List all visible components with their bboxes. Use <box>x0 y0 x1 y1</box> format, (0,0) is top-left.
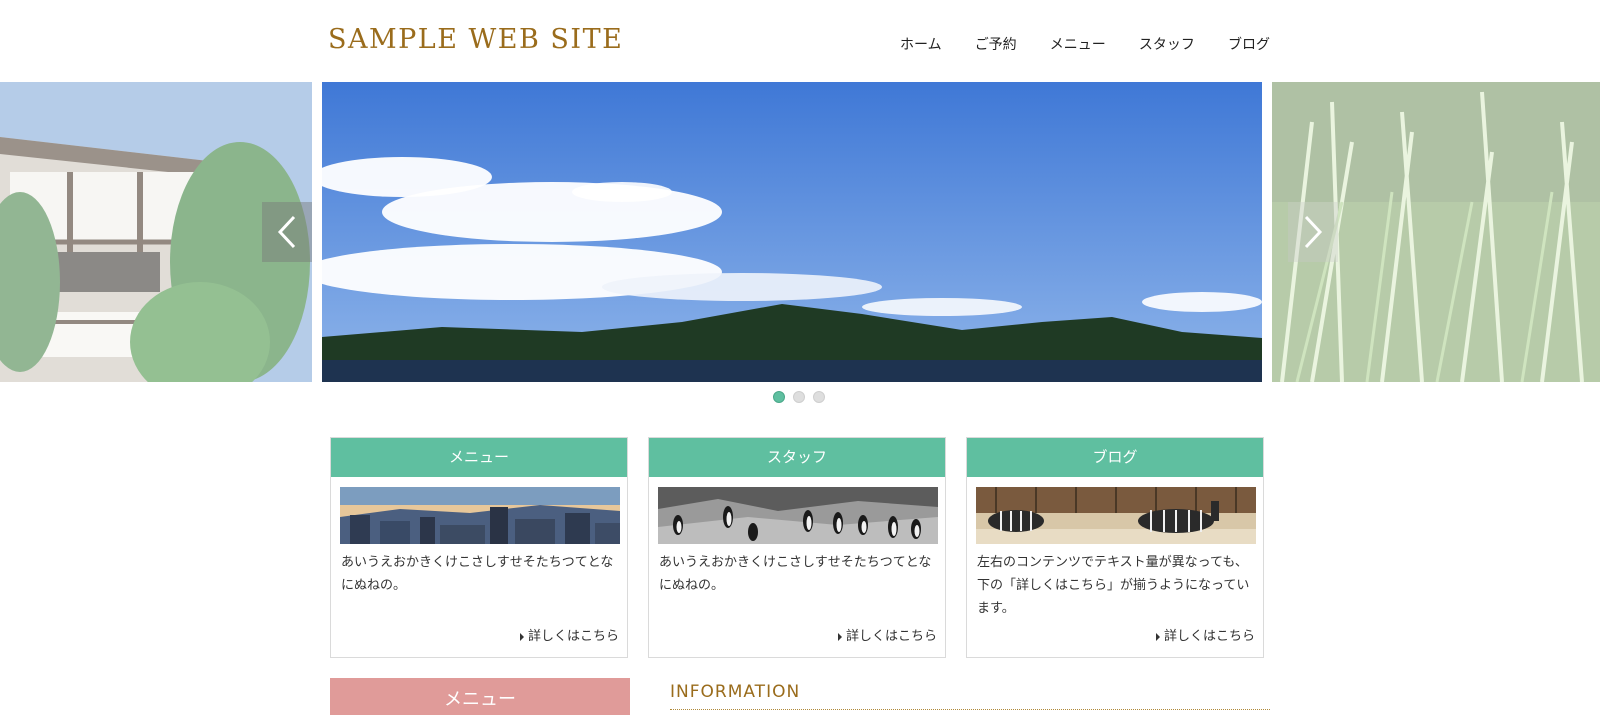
triangle-right-icon <box>837 632 842 641</box>
card-title: スタッフ <box>649 438 945 477</box>
nav-item-staff[interactable]: スタッフ <box>1139 34 1195 56</box>
card-menu: メニュー あいうえおかきくけこさしすせそたちつてとなにぬねの。 詳しくはこちら <box>330 437 628 658</box>
nav-item-menu[interactable]: メニュー <box>1050 34 1106 56</box>
sidebar-menu-title[interactable]: メニュー <box>330 678 630 715</box>
card-staff: スタッフ あいうえおかきくけこさしすせそたちつてとなにぬねの。 詳しくはこちら <box>648 437 946 658</box>
global-nav: ホーム ご予約 メニュー スタッフ ブログ <box>900 34 1270 56</box>
triangle-right-icon <box>1155 632 1160 641</box>
card-description: 左右のコンテンツでテキスト量が異なっても、下の「詳しくはこちら」が揃うようになっ… <box>977 555 1250 616</box>
card-description: あいうえおかきくけこさしすせそたちつてとなにぬねの。 <box>659 555 932 593</box>
more-link-label: 詳しくはこちら <box>845 629 937 644</box>
city-skyline-image <box>340 487 620 544</box>
more-link-label: 詳しくはこちら <box>527 629 619 644</box>
nav-item-blog[interactable]: ブログ <box>1228 34 1270 56</box>
slide-sea-image <box>322 82 1262 382</box>
slider-dot[interactable] <box>793 391 805 403</box>
image-slider <box>0 82 1600 382</box>
slider-pagination <box>773 391 825 403</box>
card-more-link[interactable]: 詳しくはこちら <box>519 625 619 644</box>
chevron-left-icon <box>277 215 296 249</box>
zebras-image <box>976 487 1256 544</box>
nav-item-home[interactable]: ホーム <box>900 34 942 56</box>
card-title: ブログ <box>967 438 1263 477</box>
card-description: あいうえおかきくけこさしすせそたちつてとなにぬねの。 <box>341 555 614 593</box>
information-heading: INFORMATION <box>670 682 801 702</box>
slider-next-button[interactable] <box>1288 202 1338 262</box>
card-title: メニュー <box>331 438 627 477</box>
nav-item-reservation[interactable]: ご予約 <box>975 34 1017 56</box>
site-logo[interactable]: SAMPLE WEB SITE <box>328 24 623 55</box>
slider-prev-button[interactable] <box>262 202 312 262</box>
information-divider <box>670 709 1270 710</box>
slider-dot[interactable] <box>773 391 785 403</box>
chevron-right-icon <box>1304 215 1323 249</box>
card-more-link[interactable]: 詳しくはこちら <box>1155 625 1255 644</box>
triangle-right-icon <box>519 632 524 641</box>
card-blog: ブログ 左右のコンテンツでテキスト量が異なっても、下の「詳しくはこちら」が揃うよ… <box>966 437 1264 658</box>
slider-dot[interactable] <box>813 391 825 403</box>
more-link-label: 詳しくはこちら <box>1163 629 1255 644</box>
penguins-image <box>658 487 938 544</box>
card-more-link[interactable]: 詳しくはこちら <box>837 625 937 644</box>
